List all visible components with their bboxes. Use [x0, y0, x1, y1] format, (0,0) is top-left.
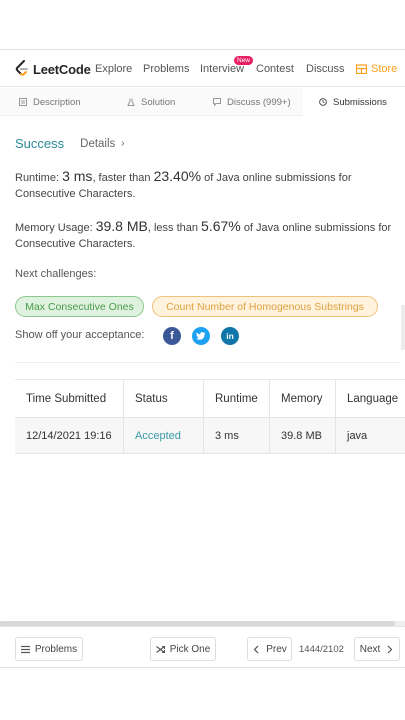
- header-runtime[interactable]: Runtime: [203, 380, 269, 417]
- twitter-icon[interactable]: [192, 327, 210, 345]
- linkedin-icon[interactable]: in: [221, 327, 239, 345]
- prev-button-label: Prev: [266, 643, 287, 655]
- next-button[interactable]: Next: [354, 637, 400, 661]
- header-status[interactable]: Status: [123, 380, 203, 417]
- leetcode-logo-icon: [15, 60, 28, 76]
- runtime-value: 3 ms: [62, 168, 93, 184]
- header-language[interactable]: Language: [335, 380, 405, 417]
- memory-value: 39.8 MB: [95, 218, 148, 234]
- next-challenges-label: Next challenges:: [15, 268, 97, 280]
- tab-submissions-label: Submissions: [333, 96, 387, 108]
- twitter-bird-glyph: [196, 332, 206, 340]
- details-link[interactable]: Details: [80, 138, 115, 150]
- tab-submissions[interactable]: Submissions: [303, 88, 405, 116]
- memory-less-text: , less than: [147, 222, 198, 234]
- panel-resize-handle[interactable]: [401, 305, 405, 350]
- cell-status-accepted[interactable]: Accepted: [123, 418, 203, 453]
- leetcode-logo[interactable]: LeetCode: [14, 60, 91, 78]
- nav-problems[interactable]: Problems: [143, 63, 189, 75]
- tab-solution[interactable]: Solution: [108, 88, 202, 116]
- next-button-label: Next: [359, 643, 381, 655]
- page-count: 1444/2102: [299, 644, 344, 655]
- document-icon: [19, 98, 27, 106]
- share-label: Show off your acceptance:: [15, 329, 145, 341]
- shuffle-icon: [155, 645, 165, 653]
- chevron-left-icon: [253, 645, 259, 653]
- navbar: LeetCode Explore Problems Interview New …: [0, 51, 405, 87]
- problem-tabs: Description Solution Discuss (999+) Subm…: [0, 88, 405, 116]
- challenge-max-consecutive-ones[interactable]: Max Consecutive Ones: [15, 296, 144, 317]
- success-status: Success: [15, 136, 65, 151]
- memory-percentile: 5.67%: [201, 218, 241, 234]
- nav-store[interactable]: Store: [356, 63, 397, 75]
- clock-icon: [319, 98, 327, 106]
- section-divider: [15, 362, 400, 363]
- challenge-count-homogenous-substrings[interactable]: Count Number of Homogenous Substrings: [152, 296, 378, 317]
- runtime-percentile: 23.40%: [153, 168, 202, 184]
- nav-contest[interactable]: Contest: [256, 63, 294, 75]
- top-blank-area: [0, 0, 405, 50]
- table-row: 12/14/2021 19:16 Accepted 3 ms 39.8 MB j…: [15, 418, 405, 454]
- logo-text: LeetCode: [33, 61, 91, 77]
- runtime-label: Runtime:: [15, 172, 60, 184]
- store-icon: [356, 64, 367, 74]
- prev-button[interactable]: Prev: [247, 637, 292, 661]
- header-memory[interactable]: Memory: [269, 380, 335, 417]
- new-badge: New: [234, 56, 254, 65]
- problems-button-label: Problems: [34, 643, 78, 655]
- facebook-icon[interactable]: f: [163, 327, 181, 345]
- table-header-row: Time Submitted Status Runtime Memory Lan…: [15, 380, 405, 418]
- cell-language: java: [335, 418, 405, 453]
- runtime-faster-text: , faster than: [92, 172, 151, 184]
- tab-discuss-label: Discuss (999+): [227, 96, 291, 108]
- memory-summary: Memory Usage: 39.8 MB, less than 5.67% o…: [15, 218, 395, 252]
- tab-discuss[interactable]: Discuss (999+): [202, 88, 303, 116]
- tab-description[interactable]: Description: [0, 88, 108, 116]
- chevron-right-icon: [387, 645, 393, 653]
- cell-runtime: 3 ms: [203, 418, 269, 453]
- header-time-submitted[interactable]: Time Submitted: [15, 380, 123, 417]
- submissions-table: Time Submitted Status Runtime Memory Lan…: [15, 379, 405, 454]
- cell-memory: 39.8 MB: [269, 418, 335, 453]
- problems-button[interactable]: Problems: [15, 637, 83, 661]
- chevron-right-icon[interactable]: ›: [121, 138, 124, 149]
- pick-one-button[interactable]: Pick One: [150, 637, 216, 661]
- pick-one-button-label: Pick One: [169, 643, 211, 655]
- tab-description-label: Description: [33, 96, 81, 108]
- list-icon: [20, 645, 30, 653]
- flask-icon: [127, 98, 135, 106]
- footer-bar: Problems Pick One Prev 1444/2102 Next: [0, 626, 405, 668]
- tab-solution-label: Solution: [141, 96, 176, 108]
- runtime-summary: Runtime: 3 ms, faster than 23.40% of Jav…: [15, 168, 395, 202]
- nav-explore[interactable]: Explore: [95, 63, 132, 75]
- memory-label: Memory Usage:: [15, 222, 93, 234]
- cell-time-submitted: 12/14/2021 19:16: [26, 429, 112, 442]
- store-label: Store: [371, 63, 398, 75]
- chat-icon: [213, 98, 221, 106]
- nav-discuss[interactable]: Discuss: [306, 63, 345, 75]
- result-header: Success Details ›: [15, 136, 125, 151]
